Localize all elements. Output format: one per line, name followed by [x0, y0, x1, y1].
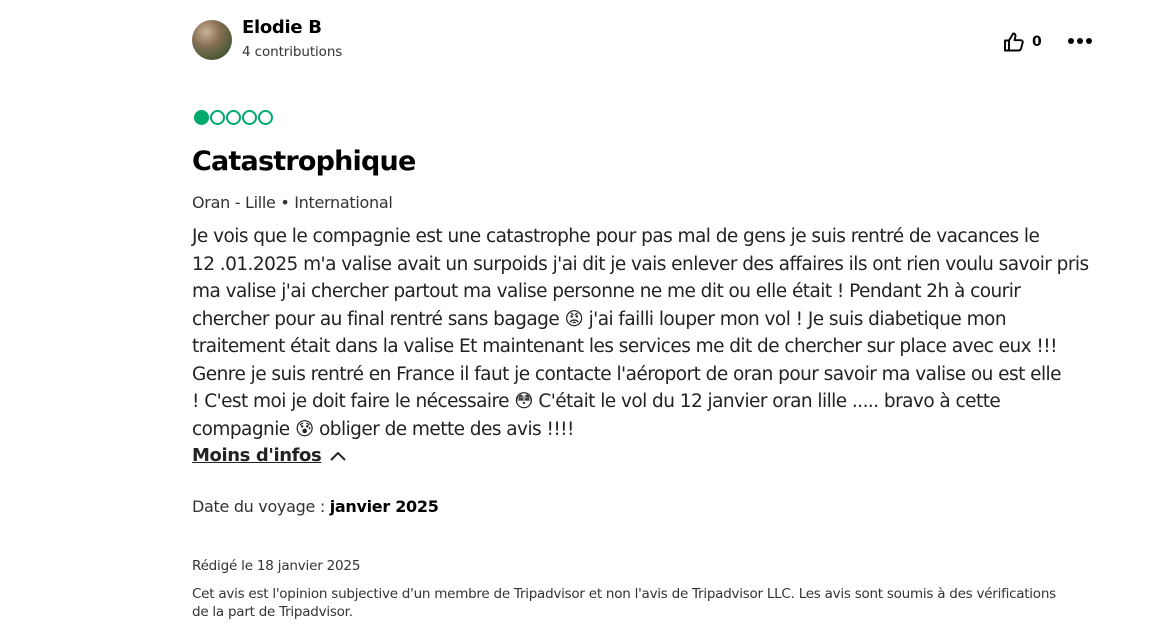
review-title[interactable]: Catastrophique: [192, 146, 416, 177]
rating-bubble-empty: [210, 110, 225, 125]
helpful-count: 0: [1032, 34, 1042, 50]
review-body: Je vois que le compagnie est une catastr…: [192, 223, 1104, 443]
disclaimer-line: Cet avis est l'opinion subjective d'un m…: [192, 586, 1056, 602]
avatar[interactable]: [192, 20, 232, 60]
rating-bubble-empty: [242, 110, 257, 125]
review-body-line: 12 .01.2025 m'a valise avait un surpoids…: [192, 253, 1089, 275]
review-body-line: Je vois que le compagnie est une catastr…: [192, 226, 1040, 247]
trip-date-value: janvier 2025: [329, 497, 439, 516]
more-options-button[interactable]: [1066, 31, 1096, 51]
review-route: Oran - Lille • International: [192, 193, 393, 212]
review-body-line: compagnie 😰 obliger de mette des avis !!…: [192, 418, 574, 440]
trip-date: Date du voyage : janvier 2025: [192, 497, 439, 516]
review-body-line: traitement était dans la valise Et maint…: [192, 336, 1058, 357]
review-body-line: chercher pour au final rentré sans bagag…: [192, 308, 1007, 330]
rating-bubble-empty: [258, 110, 273, 125]
show-less-label: Moins d'infos: [192, 445, 322, 466]
written-date: Rédigé le 18 janvier 2025: [192, 558, 361, 574]
rating-bubble-filled: [194, 110, 209, 125]
more-options-icon: [1068, 38, 1092, 44]
review-body-line: ma valise j'ai chercher partout ma valis…: [192, 281, 1021, 302]
trip-date-label: Date du voyage :: [192, 497, 330, 516]
review-disclaimer: Cet avis est l'opinion subjective d'un m…: [192, 585, 1102, 621]
rating-bubbles: [194, 110, 273, 125]
chevron-up-icon: [330, 451, 347, 461]
show-less-button[interactable]: Moins d'infos: [192, 445, 347, 466]
disclaimer-line: de la part de Tripadvisor.: [192, 604, 353, 620]
thumbs-up-icon: [1002, 30, 1026, 54]
review-body-line: ! C'est moi je doit faire le nécessaire …: [192, 391, 1001, 412]
review-header: Elodie B 4 contributions 0: [192, 17, 1092, 63]
rating-bubble-empty: [226, 110, 241, 125]
review-body-line: Genre je suis rentré en France il faut j…: [192, 363, 1062, 385]
user-contributions: 4 contributions: [242, 44, 343, 60]
helpful-vote-button[interactable]: 0: [1002, 29, 1042, 55]
user-name[interactable]: Elodie B: [242, 17, 322, 38]
